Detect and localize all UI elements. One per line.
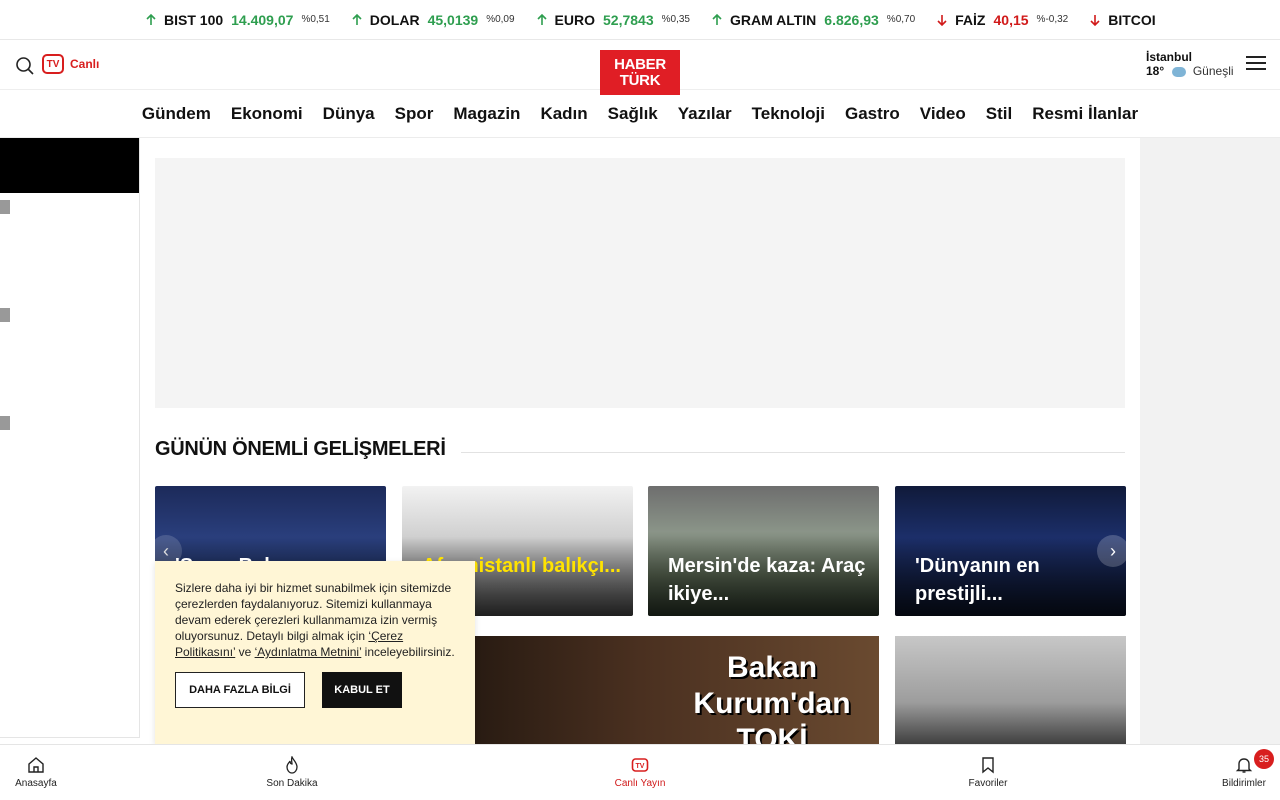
ticker-item-euro[interactable]: EURO 52,7843 %0,35 xyxy=(535,12,690,28)
weather-temp: 18° xyxy=(1146,64,1165,78)
bottom-nav-label: Anasayfa xyxy=(15,778,57,789)
site-logo[interactable]: HABER TÜRK xyxy=(600,50,680,95)
ticker-value: 40,15 xyxy=(993,11,1029,28)
bell-icon xyxy=(1235,758,1253,773)
ticker-pct: %0,51 xyxy=(301,14,330,25)
weather-widget[interactable]: İstanbul 18° Güneşli xyxy=(1146,50,1234,78)
cookie-text-after: inceleyebilirsiniz. xyxy=(361,645,455,659)
chevron-right-icon[interactable]: › xyxy=(1097,535,1129,567)
nav-gundem[interactable]: Gündem xyxy=(142,104,211,124)
market-ticker: BIST 100 14.409,07 %0,51 DOLAR 45,0139 %… xyxy=(0,0,1280,40)
nav-kadin[interactable]: Kadın xyxy=(540,104,587,124)
cookie-consent-banner: Sizlere daha iyi bir hizmet sunabilmek i… xyxy=(155,561,475,744)
ticker-pct: %-0,32 xyxy=(1036,14,1069,25)
bottom-nav-label: Bildirimler xyxy=(1222,778,1266,789)
more-info-button[interactable]: DAHA FAZLA BİLGİ xyxy=(175,672,305,708)
ticker-item-bitcoin[interactable]: BITCOI xyxy=(1088,12,1163,28)
ad-placeholder xyxy=(0,200,10,214)
tv-icon: TV xyxy=(631,758,649,772)
cloud-icon xyxy=(1171,66,1186,77)
ticker-pct: %0,35 xyxy=(661,14,690,25)
weather-city: İstanbul xyxy=(1146,50,1193,64)
bookmark-icon xyxy=(982,757,994,774)
nav-video[interactable]: Video xyxy=(920,104,966,124)
cookie-text-mid: ve xyxy=(235,645,255,659)
arrow-up-icon xyxy=(536,13,547,25)
nav-yazilar[interactable]: Yazılar xyxy=(678,104,732,124)
logo-line-2: TÜRK xyxy=(619,72,661,89)
ticker-value: 45,0139 xyxy=(427,11,479,28)
ticker-name: BIST 100 xyxy=(164,11,224,28)
nav-saglik[interactable]: Sağlık xyxy=(608,104,658,124)
live-tv-link[interactable]: TV Canlı xyxy=(42,54,99,74)
ticker-value: 14.409,07 xyxy=(231,11,294,28)
arrow-down-icon xyxy=(1090,14,1100,26)
privacy-notice-link[interactable]: ‘Aydınlatma Metnini’ xyxy=(255,645,362,659)
ticker-name: EURO xyxy=(554,11,595,28)
ticker-value: 6.826,93 xyxy=(824,11,879,28)
news-card[interactable]: Mersin'de kaza: Araç ikiye... xyxy=(648,486,879,616)
nav-resmi-ilanlar[interactable]: Resmi İlanlar xyxy=(1032,104,1138,124)
right-ad-rail xyxy=(1140,138,1280,744)
news-card[interactable]: 'Dünyanın en prestijli... xyxy=(895,486,1126,616)
section-divider xyxy=(461,452,1125,453)
weather-condition: Güneşli xyxy=(1192,64,1234,78)
cookie-text: Sizlere daha iyi bir hizmet sunabilmek i… xyxy=(175,580,455,660)
nav-stil[interactable]: Stil xyxy=(986,104,1012,124)
ticker-item-bist[interactable]: BIST 100 14.409,07 %0,51 xyxy=(144,12,330,28)
nav-dunya[interactable]: Dünya xyxy=(323,104,375,124)
tv-icon: TV xyxy=(42,54,64,74)
bottom-nav-label: Canlı Yayın xyxy=(614,778,666,789)
bottom-nav-label: Favoriler xyxy=(968,778,1008,789)
nav-magazin[interactable]: Magazin xyxy=(453,104,520,124)
nav-spor[interactable]: Spor xyxy=(395,104,434,124)
news-card[interactable] xyxy=(895,636,1126,746)
card-caption: Mersin'de kaza: Araç ikiye... xyxy=(668,555,866,605)
logo-line-1: HABER xyxy=(614,56,666,73)
left-ad-rail xyxy=(0,138,140,738)
bottom-nav-live[interactable]: TV Canlı Yayın xyxy=(512,745,768,800)
ticker-name: BITCOI xyxy=(1108,11,1156,28)
bottom-nav-bar: Anasayfa Son Dakika TV Canlı Yayın Favor… xyxy=(0,744,1280,800)
site-header: TV Canlı HABER TÜRK İstanbul 18° Güneşli xyxy=(0,40,1280,95)
main-nav: Gündem Ekonomi Dünya Spor Magazin Kadın … xyxy=(0,90,1280,138)
bottom-nav-notifications[interactable]: 35 Bildirimler xyxy=(1208,745,1280,800)
ticker-name: GRAM ALTIN xyxy=(729,11,817,28)
top-ad-slot[interactable] xyxy=(155,158,1125,408)
notification-badge: 35 xyxy=(1254,749,1274,769)
bottom-nav-home[interactable]: Anasayfa xyxy=(0,745,72,800)
bottom-nav-breaking[interactable]: Son Dakika xyxy=(164,745,420,800)
hamburger-menu-icon[interactable] xyxy=(1246,56,1266,74)
nav-teknoloji[interactable]: Teknoloji xyxy=(752,104,825,124)
flame-icon xyxy=(286,756,298,774)
ticker-name: DOLAR xyxy=(369,11,420,28)
cookie-text-before: Sizlere daha iyi bir hizmet sunabilmek i… xyxy=(175,581,452,643)
bottom-nav-favorites[interactable]: Favoriler xyxy=(860,745,1116,800)
ticker-value: 52,7843 xyxy=(603,11,654,28)
ticker-pct: %0,70 xyxy=(886,14,916,25)
bottom-nav-label: Son Dakika xyxy=(266,778,318,789)
ad-placeholder xyxy=(0,308,10,322)
arrow-up-icon xyxy=(712,13,722,25)
ad-placeholder xyxy=(0,416,10,430)
arrow-up-icon xyxy=(146,13,156,25)
featured-caption: Bakan Kurum'dan TOKİ xyxy=(693,651,851,746)
arrow-up-icon xyxy=(352,13,362,25)
left-ad-banner[interactable] xyxy=(0,138,139,193)
nav-gastro[interactable]: Gastro xyxy=(845,104,900,124)
section-title: GÜNÜN ÖNEMLİ GELİŞMELERİ xyxy=(155,438,446,460)
arrow-down-icon xyxy=(937,14,947,26)
search-icon[interactable] xyxy=(15,56,35,76)
ticker-name: FAİZ xyxy=(955,11,986,28)
card-caption: 'Dünyanın en prestijli... xyxy=(915,555,1040,605)
nav-ekonomi[interactable]: Ekonomi xyxy=(231,104,303,124)
svg-text:TV: TV xyxy=(636,763,645,770)
ticker-item-gram-altin[interactable]: GRAM ALTIN 6.826,93 %0,70 xyxy=(710,12,915,28)
ticker-item-faiz[interactable]: FAİZ 40,15 %-0,32 xyxy=(935,12,1068,28)
accept-button[interactable]: KABUL ET xyxy=(322,672,402,708)
live-label: Canlı xyxy=(70,57,100,71)
ticker-pct: %0,09 xyxy=(486,14,515,25)
home-icon xyxy=(28,757,44,773)
ticker-item-dolar[interactable]: DOLAR 45,0139 %0,09 xyxy=(350,12,515,28)
